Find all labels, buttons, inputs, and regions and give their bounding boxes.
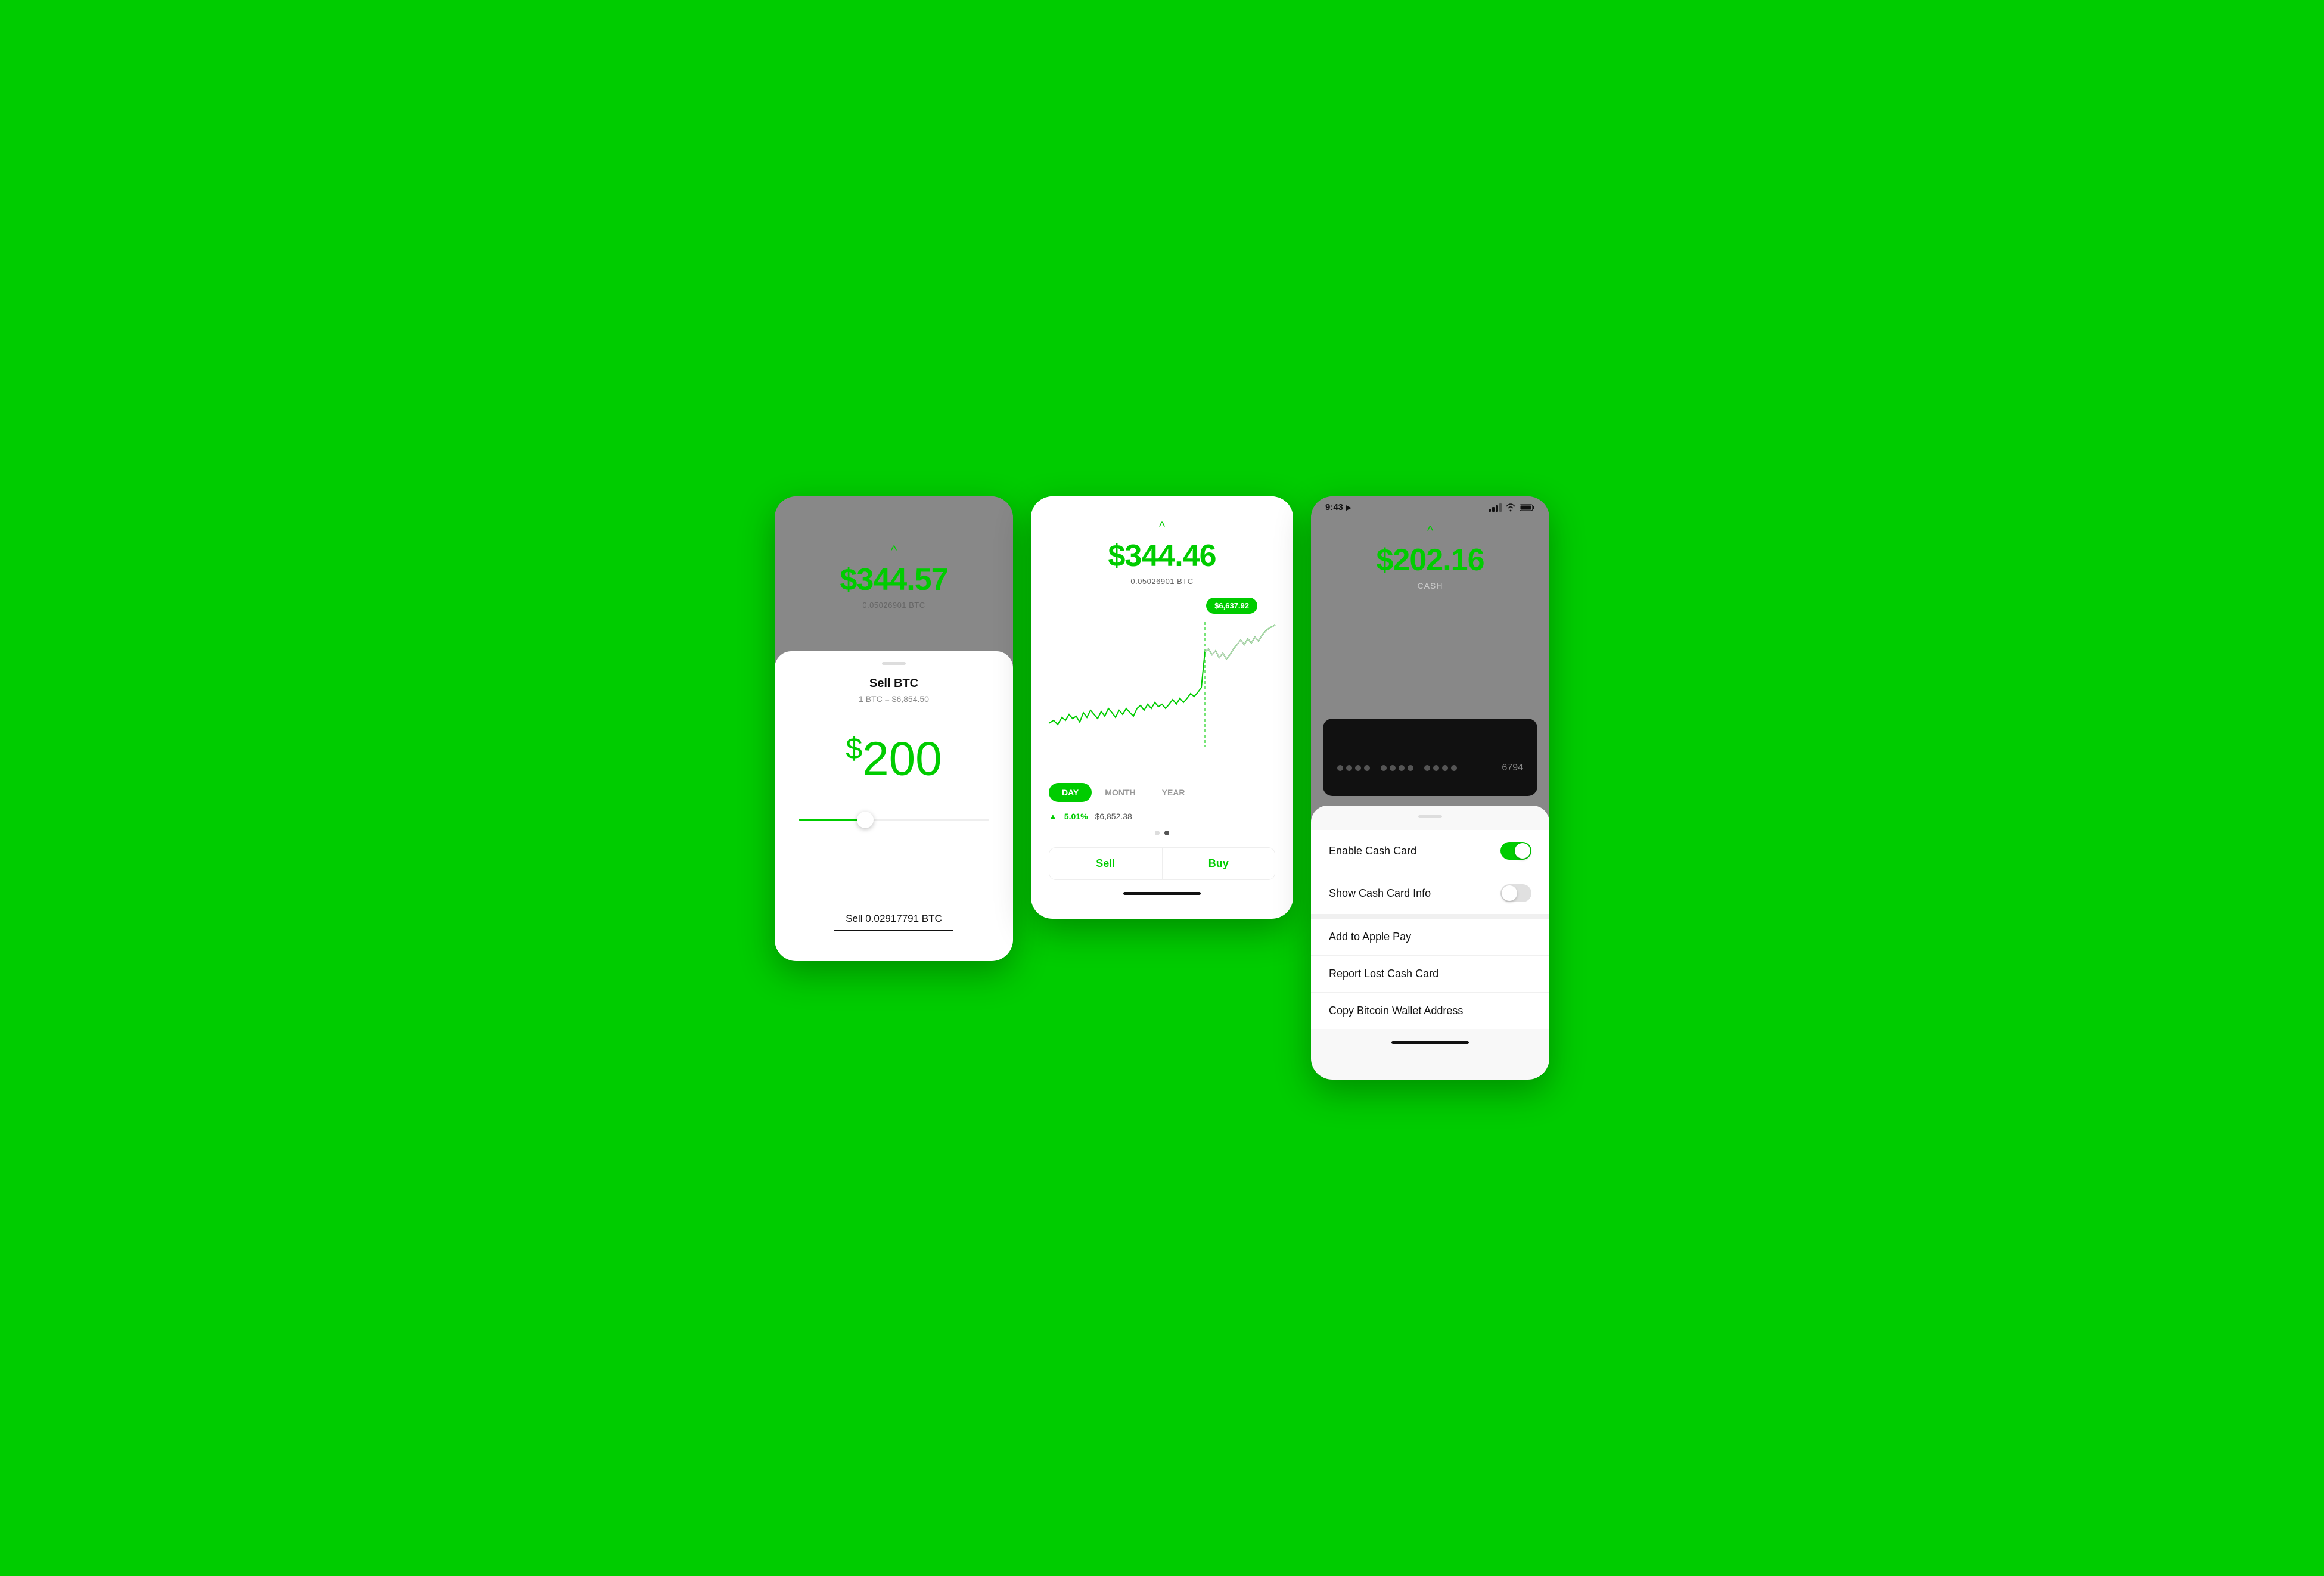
sell-btc-amount-label: Sell 0.02917791 BTC	[834, 913, 953, 925]
btc-top-section: ^ $344.57 0.05026901 BTC	[775, 496, 1013, 651]
card-dot-2	[1346, 765, 1352, 771]
screen-cash-card: 9:43 ▶	[1311, 496, 1549, 1080]
cash-card-drag-handle[interactable]	[1418, 815, 1442, 818]
signal-bar-1	[1489, 509, 1491, 512]
card-dot-3	[1355, 765, 1361, 771]
cash-top-section: ^ $202.16 CASH	[1311, 518, 1549, 709]
slider-fill	[799, 819, 865, 821]
btc-balance-amount: $344.57	[840, 563, 948, 597]
btc-chart-svg	[1043, 616, 1281, 759]
home-indicator	[1123, 892, 1201, 895]
card-dot-11	[1442, 765, 1448, 771]
card-dot-4	[1364, 765, 1370, 771]
chart-chevron-up-icon[interactable]: ^	[1159, 520, 1165, 533]
sell-amount-value: 200	[862, 732, 942, 785]
show-cash-card-info-item[interactable]: Show Cash Card Info	[1311, 872, 1549, 914]
cash-label: CASH	[1418, 581, 1443, 590]
status-bar-bg: 9:43 ▶	[1311, 496, 1549, 796]
card-number-end: 6794	[1502, 763, 1523, 773]
slider-track[interactable]	[799, 819, 989, 821]
tab-year[interactable]: YEAR	[1149, 783, 1198, 802]
signal-bar-4	[1499, 503, 1502, 512]
chart-btc-amount: $344.46	[1108, 539, 1216, 573]
enable-cash-card-item[interactable]: Enable Cash Card	[1311, 830, 1549, 872]
enable-cash-card-label: Enable Cash Card	[1329, 845, 1416, 857]
chart-tooltip: $6,637.92	[1206, 598, 1257, 614]
actions-section: Add to Apple Pay Report Lost Cash Card C…	[1311, 919, 1549, 1029]
sell-dollar-sign: $	[846, 732, 862, 765]
cash-card-home-indicator	[1391, 1041, 1469, 1044]
screen-sell-btc: ^ $344.57 0.05026901 BTC Sell BTC 1 BTC …	[775, 496, 1013, 961]
chart-btc-label: 0.05026901 BTC	[1130, 577, 1193, 586]
copy-bitcoin-wallet-item[interactable]: Copy Bitcoin Wallet Address	[1311, 993, 1549, 1029]
signal-bar-2	[1492, 507, 1495, 512]
show-cash-card-info-toggle[interactable]	[1500, 884, 1531, 902]
card-dot-5	[1381, 765, 1387, 771]
sell-amount: $200	[846, 733, 942, 783]
time-tabs: DAY MONTH YEAR	[1049, 783, 1275, 802]
card-dot-8	[1408, 765, 1413, 771]
enable-cash-card-knob	[1515, 843, 1530, 859]
cash-card: 6794	[1323, 719, 1537, 796]
chart-stats-row: ▲ 5.01% $6,852.38	[1049, 812, 1275, 821]
chevron-up-icon[interactable]: ^	[891, 544, 897, 557]
enable-cash-card-toggle[interactable]	[1500, 842, 1531, 860]
card-dot-6	[1390, 765, 1396, 771]
card-dot-7	[1399, 765, 1405, 771]
dot-2	[1164, 831, 1169, 835]
chart-bottom-content: DAY MONTH YEAR ▲ 5.01% $6,852.38 Sell Bu…	[1031, 759, 1293, 919]
card-dot-9	[1424, 765, 1430, 771]
status-time: 9:43	[1325, 502, 1343, 512]
status-bar: 9:43 ▶	[1311, 496, 1549, 512]
report-lost-cash-card-label: Report Lost Cash Card	[1329, 968, 1438, 980]
signal-bars-icon	[1489, 503, 1502, 512]
chart-top-section: ^ $344.46 0.05026901 BTC	[1031, 496, 1293, 598]
wifi-icon	[1505, 503, 1516, 512]
signal-bar-3	[1496, 505, 1498, 512]
cash-card-menu-sheet: Enable Cash Card Show Cash Card Info	[1311, 806, 1549, 1080]
add-to-apple-pay-label: Add to Apple Pay	[1329, 931, 1411, 943]
cash-balance-amount: $202.16	[1377, 543, 1484, 577]
card-dots-group-3	[1424, 765, 1457, 771]
sell-button[interactable]: Sell	[1049, 848, 1163, 879]
tab-day[interactable]: DAY	[1049, 783, 1092, 802]
copy-bitcoin-wallet-label: Copy Bitcoin Wallet Address	[1329, 1005, 1463, 1017]
amount-slider-container	[793, 819, 995, 821]
card-dot-12	[1451, 765, 1457, 771]
card-dot-1	[1337, 765, 1343, 771]
chart-area: $6,637.92	[1031, 598, 1293, 759]
screens-container: ^ $344.57 0.05026901 BTC Sell BTC 1 BTC …	[775, 496, 1549, 1080]
screen-btc-chart: ^ $344.46 0.05026901 BTC $6,637.92	[1031, 496, 1293, 919]
status-icons	[1489, 503, 1535, 512]
sell-rate: 1 BTC = $6,854.50	[859, 694, 929, 704]
show-cash-card-info-label: Show Cash Card Info	[1329, 887, 1431, 900]
drag-handle[interactable]	[882, 662, 906, 665]
action-buttons: Sell Buy	[1049, 847, 1275, 880]
dot-indicators	[1049, 831, 1275, 835]
dot-1	[1155, 831, 1160, 835]
current-price: $6,852.38	[1095, 812, 1132, 821]
chart-svg-container	[1043, 616, 1281, 759]
sell-btc-underline	[834, 930, 953, 931]
location-icon: ▶	[1346, 503, 1351, 512]
card-number-row: 6794	[1337, 763, 1523, 773]
add-to-apple-pay-item[interactable]: Add to Apple Pay	[1311, 919, 1549, 956]
btc-balance-label: 0.05026901 BTC	[862, 601, 925, 610]
cash-chevron-up-icon[interactable]: ^	[1427, 524, 1433, 537]
menu-separator	[1311, 914, 1549, 919]
report-lost-cash-card-item[interactable]: Report Lost Cash Card	[1311, 956, 1549, 993]
card-dots-group-2	[1381, 765, 1413, 771]
battery-icon	[1520, 503, 1535, 512]
card-dots-group-1	[1337, 765, 1370, 771]
sell-btc-sheet: Sell BTC 1 BTC = $6,854.50 $200 Sell 0.0…	[775, 651, 1013, 961]
change-percent: 5.01%	[1064, 812, 1088, 821]
card-dot-10	[1433, 765, 1439, 771]
buy-button[interactable]: Buy	[1163, 848, 1275, 879]
toggles-section: Enable Cash Card Show Cash Card Info	[1311, 830, 1549, 914]
show-cash-card-info-knob	[1502, 885, 1517, 901]
up-arrow-icon: ▲	[1049, 812, 1057, 821]
sell-title: Sell BTC	[869, 677, 918, 691]
tab-month[interactable]: MONTH	[1092, 783, 1148, 802]
slider-thumb[interactable]	[857, 812, 874, 828]
